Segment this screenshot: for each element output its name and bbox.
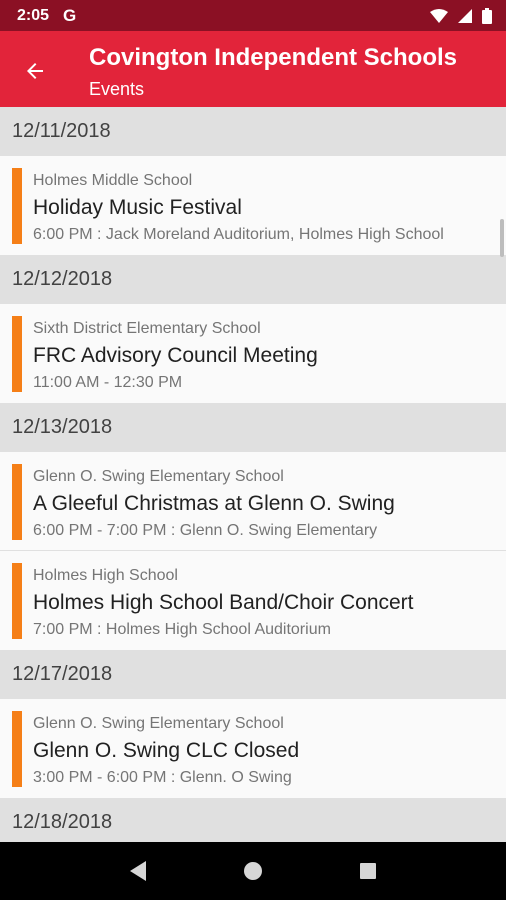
- google-icon: G: [63, 5, 77, 25]
- event-title: Holiday Music Festival: [33, 196, 242, 219]
- events-list[interactable]: 12/11/2018 Holmes Middle School Holiday …: [0, 107, 506, 842]
- nav-recents-button[interactable]: [348, 851, 388, 891]
- date-header: 12/13/2018: [0, 403, 506, 452]
- date-header: 12/17/2018: [0, 650, 506, 699]
- event-item[interactable]: Sixth District Elementary School FRC Adv…: [0, 304, 506, 403]
- event-detail: 6:00 PM - 7:00 PM : Glenn O. Swing Eleme…: [33, 522, 378, 539]
- event-accent-bar: [12, 711, 22, 787]
- app-title: Covington Independent Schools: [89, 44, 457, 71]
- navigation-bar: [0, 842, 506, 900]
- event-title: Glenn O. Swing CLC Closed: [33, 739, 300, 762]
- back-button[interactable]: [17, 53, 53, 89]
- event-title: A Gleeful Christmas at Glenn O. Swing: [33, 492, 395, 515]
- date-header: 12/11/2018: [0, 107, 506, 156]
- event-detail: 11:00 AM - 12:30 PM: [33, 374, 183, 391]
- event-item[interactable]: Glenn O. Swing Elementary School Glenn O…: [0, 699, 506, 798]
- event-detail: 6:00 PM : Jack Moreland Auditorium, Holm…: [33, 226, 444, 243]
- circle-home-icon: [243, 862, 262, 880]
- battery-icon: [482, 7, 492, 24]
- event-item[interactable]: Holmes Middle School Holiday Music Festi…: [0, 156, 506, 255]
- app-bar: Covington Independent Schools Events: [0, 31, 506, 107]
- event-school: Glenn O. Swing Elementary School: [33, 468, 284, 485]
- event-item[interactable]: Holmes High School Holmes High School Ba…: [0, 551, 506, 650]
- event-accent-bar: [12, 316, 22, 392]
- event-title: Holmes High School Band/Choir Concert: [33, 591, 414, 614]
- nav-back-button[interactable]: [118, 851, 158, 891]
- event-school: Holmes Middle School: [33, 172, 193, 189]
- event-item[interactable]: Glenn O. Swing Elementary School A Gleef…: [0, 452, 506, 551]
- status-bar: 2:05 G: [0, 0, 506, 31]
- status-time: 2:05: [17, 6, 50, 24]
- date-header: 12/18/2018: [0, 798, 506, 842]
- nav-home-button[interactable]: [233, 851, 273, 891]
- square-recents-icon: [360, 863, 377, 879]
- status-icons: [430, 7, 492, 24]
- event-detail: 3:00 PM - 6:00 PM : Glenn. O Swing: [33, 769, 292, 786]
- event-school: Holmes High School: [33, 567, 178, 584]
- wifi-icon: [430, 8, 448, 23]
- triangle-back-icon: [129, 861, 146, 881]
- date-header: 12/12/2018: [0, 255, 506, 304]
- event-accent-bar: [12, 168, 22, 244]
- signal-icon: [458, 8, 472, 23]
- app-subtitle: Events: [89, 79, 145, 99]
- arrow-left-icon: [27, 63, 43, 79]
- event-accent-bar: [12, 464, 22, 540]
- event-school: Sixth District Elementary School: [33, 320, 261, 337]
- event-school: Glenn O. Swing Elementary School: [33, 715, 284, 732]
- scrollbar[interactable]: [500, 219, 504, 257]
- event-title: FRC Advisory Council Meeting: [33, 344, 318, 367]
- event-detail: 7:00 PM : Holmes High School Auditorium: [33, 621, 331, 638]
- event-accent-bar: [12, 563, 22, 639]
